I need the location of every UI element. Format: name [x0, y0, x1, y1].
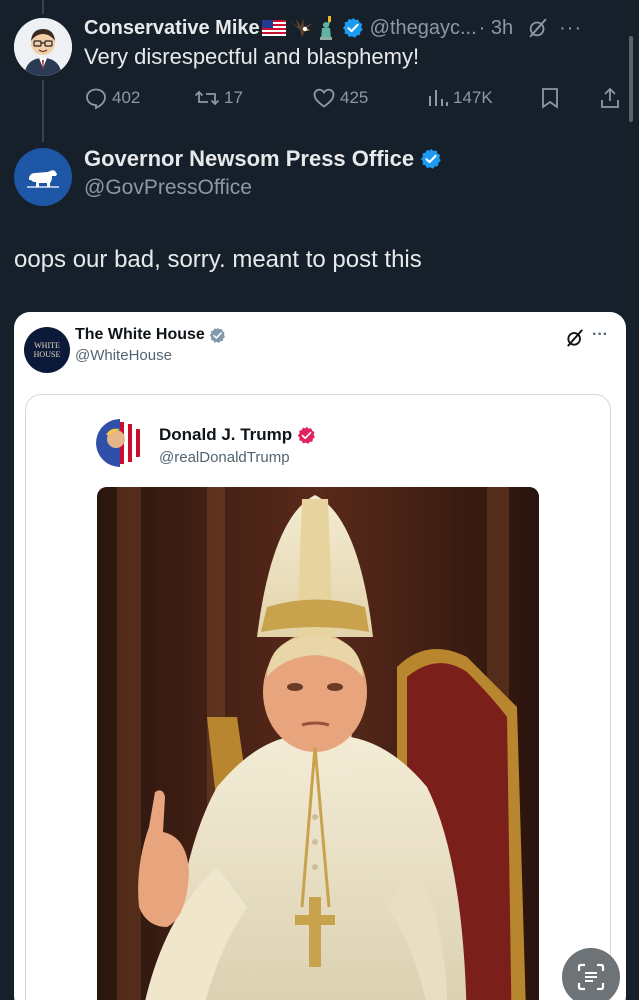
avatar	[96, 419, 144, 467]
quoted-author-name-text: Donald J. Trump	[159, 425, 293, 444]
verified-badge-icon	[342, 17, 364, 39]
author-handle[interactable]: @GovPressOffice	[84, 176, 252, 200]
quoted-author-name: Donald J. Trump	[159, 425, 316, 445]
repost-count: 17	[224, 88, 243, 107]
view-count: 147K	[453, 88, 493, 107]
avatar[interactable]	[14, 18, 72, 76]
embedded-image[interactable]: WHITE HOUSE The White House @WhiteHouse …	[14, 312, 626, 1000]
verified-badge-icon	[420, 148, 442, 170]
share-icon	[601, 87, 619, 108]
author-name[interactable]: Conservative Mike	[84, 17, 260, 40]
like-button[interactable]: 425	[312, 86, 368, 110]
quoted-post: Donald J. Trump @realDonaldTrump	[25, 394, 611, 1000]
embed-author-name: The White House	[75, 326, 226, 344]
views-icon	[429, 90, 448, 106]
main-header: Governor Newsom Press Office	[84, 146, 442, 172]
avatar[interactable]	[14, 148, 72, 206]
timestamp[interactable]: · 3h	[479, 17, 513, 40]
repost-icon	[194, 90, 220, 106]
scrollbar[interactable]	[629, 36, 633, 122]
reply-tweet[interactable]: Conservative Mike @thegayc... · 3h ··· V…	[0, 0, 639, 130]
verified-badge-icon	[297, 426, 316, 445]
reply-icon	[86, 88, 106, 110]
repost-button[interactable]: 17	[194, 86, 243, 110]
bear-icon	[27, 170, 59, 188]
embed-author-handle: @WhiteHouse	[75, 347, 172, 364]
bookmark-button[interactable]	[540, 86, 564, 110]
live-text-icon	[577, 963, 605, 991]
reply-count: 402	[112, 88, 141, 107]
tweet-text: oops our bad, sorry. meant to post this	[14, 246, 422, 273]
share-button[interactable]	[598, 86, 626, 110]
more-options-icon: ···	[592, 326, 608, 343]
more-options-icon[interactable]: ···	[559, 17, 582, 40]
pope-figure-photo	[97, 487, 539, 1000]
like-count: 425	[340, 88, 369, 107]
grok-icon[interactable]	[527, 17, 549, 39]
quoted-author-handle: @realDonaldTrump	[159, 449, 290, 466]
bookmark-icon	[542, 88, 558, 109]
heart-icon	[313, 88, 335, 108]
us-flag-icon	[261, 20, 286, 36]
embed-author-name-text: The White House	[75, 326, 205, 343]
reply-button[interactable]: 402	[84, 86, 140, 110]
grok-icon	[565, 328, 585, 353]
author-handle[interactable]: @thegayc...	[370, 17, 477, 40]
avatar: WHITE HOUSE	[24, 327, 70, 373]
tweet-actions: 402 17 425 147K	[84, 86, 624, 112]
reply-header: Conservative Mike @thegayc... · 3h ···	[84, 15, 634, 41]
verified-badge-icon	[209, 327, 226, 344]
eagle-icon	[288, 17, 314, 39]
scan-text-button[interactable]	[562, 948, 620, 1000]
tweet-text: Very disrespectful and blasphemy!	[84, 44, 420, 69]
statue-of-liberty-icon	[316, 16, 336, 40]
views-button[interactable]: 147K	[427, 86, 493, 110]
avatar-text: WHITE HOUSE	[33, 341, 61, 359]
author-name[interactable]: Governor Newsom Press Office	[84, 146, 414, 172]
thread-line	[42, 80, 44, 142]
